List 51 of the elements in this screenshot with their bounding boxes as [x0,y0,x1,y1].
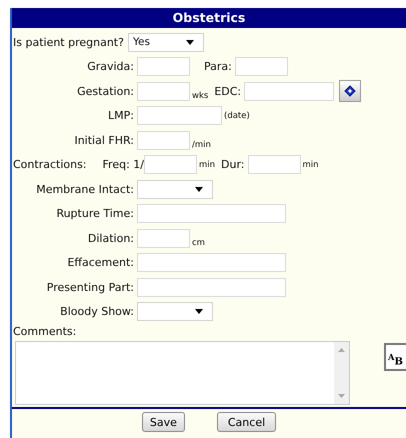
input-field[interactable] [234,57,288,76]
panel-title: Obstetrics [12,8,406,28]
input-field[interactable] [137,253,286,272]
field-label: Dilation: [86,232,134,245]
input-field[interactable] [137,130,190,150]
spell-check-button[interactable]: $^{A}$B [384,343,406,371]
calendar-button[interactable] [339,80,362,102]
unit-label: min [302,160,319,170]
field-label: Contractions: [13,158,87,172]
field-label: EDC: [214,84,242,98]
scroll-down-icon[interactable] [338,394,345,398]
field-label: Freq: 1/ [102,158,144,172]
input-field[interactable] [137,106,222,126]
dropdown[interactable] [137,180,213,199]
field-label: Bloody Show: [59,305,134,318]
unit-label: (date) [224,110,250,121]
field-label: Dur: [221,158,244,172]
form-button[interactable]: Save [142,412,185,432]
scroll-up-icon[interactable] [338,348,345,352]
input-field[interactable] [137,204,286,224]
input-field[interactable] [137,278,286,297]
input-field[interactable] [144,155,197,174]
field-label: Is patient pregnant? [13,36,124,49]
field-label: Membrane Intact: [35,182,134,196]
field-label: Presenting Part: [46,280,134,294]
scrollbar[interactable] [334,342,349,404]
field-label: LMP: [107,109,134,122]
input-field[interactable] [244,82,334,101]
unit-label: cm [192,238,205,248]
field-label: Comments: [13,325,76,338]
unit-label: min [198,160,216,170]
dropdown[interactable] [137,302,213,322]
input-field[interactable] [137,82,190,101]
field-label: Effacement: [66,256,134,270]
dropdown[interactable]: Yes [128,32,204,52]
input-field[interactable] [137,228,190,248]
unit-label: /min [192,140,211,150]
unit-label: wks [192,90,208,100]
field-label: Gestation: [76,84,134,98]
field-label: Para: [204,60,232,74]
caret-icon [195,309,203,314]
caret-icon [195,186,203,192]
field-label: Rupture Time: [55,207,134,220]
field-label: Initial FHR: [73,134,134,147]
input-field[interactable] [248,155,300,174]
caret-icon [186,40,194,45]
input-field[interactable] [137,57,190,76]
field-label: Gravida: [86,60,134,74]
comments-field[interactable] [15,341,350,405]
calendar-icon [343,84,358,98]
form-button[interactable]: Cancel [216,412,276,432]
